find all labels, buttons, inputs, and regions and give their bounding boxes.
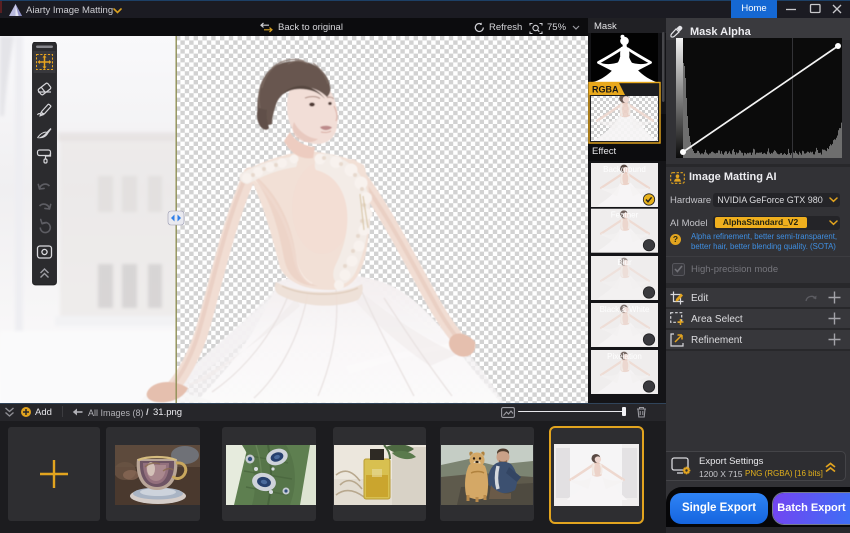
svg-text:Blur: Blur — [617, 258, 632, 267]
svg-text:Black & White: Black & White — [600, 305, 650, 314]
svg-text:Pixelation: Pixelation — [607, 352, 642, 361]
svg-text:RGBA: RGBA — [592, 85, 619, 95]
svg-text:Effect: Effect — [592, 146, 616, 157]
svg-text:Feather: Feather — [611, 211, 639, 220]
svg-text:Background: Background — [603, 165, 646, 174]
